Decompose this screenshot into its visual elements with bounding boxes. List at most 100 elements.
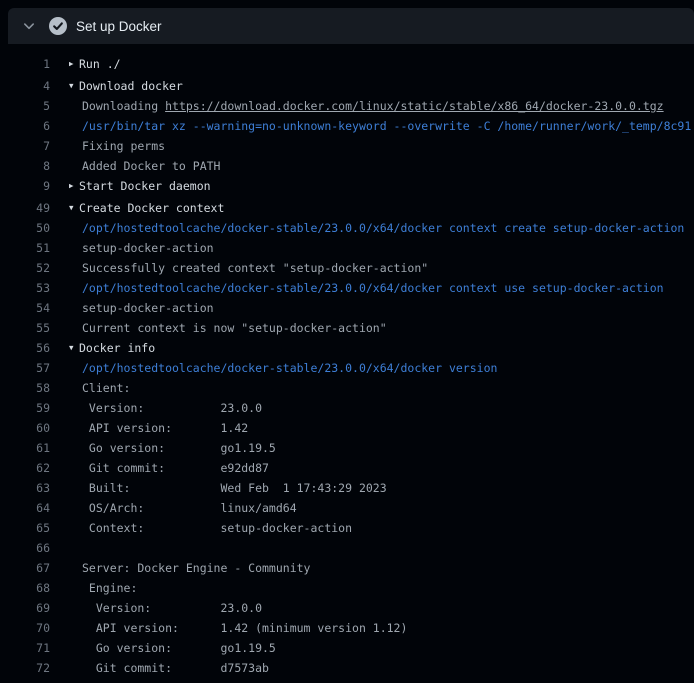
log-text: Version: 23.0.0 xyxy=(82,398,262,418)
log-text: setup-docker-action xyxy=(82,298,214,318)
log-row: 63 Built: Wed Feb 1 17:43:29 2023 xyxy=(0,478,694,498)
log-text: Successfully created context "setup-dock… xyxy=(82,258,428,278)
line-number[interactable]: 61 xyxy=(0,438,50,458)
log-text: Server: Docker Engine - Community xyxy=(82,558,310,578)
line-number[interactable]: 68 xyxy=(0,578,50,598)
log-text: Engine: xyxy=(82,578,137,598)
line-number[interactable]: 5 xyxy=(0,96,50,116)
log-group-row[interactable]: 49 ▼Create Docker context xyxy=(0,198,694,218)
log-row: 72 Git commit: d7573ab xyxy=(0,658,694,678)
log-text: API version: 1.42 (minimum version 1.12) xyxy=(82,618,407,638)
log-group-row[interactable]: 4 ▼Download docker xyxy=(0,76,694,96)
line-number[interactable]: 71 xyxy=(0,638,50,658)
log-group-row[interactable]: 9 ▶Start Docker daemon xyxy=(0,176,694,196)
line-number[interactable]: 53 xyxy=(0,278,50,298)
line-number[interactable]: 59 xyxy=(0,398,50,418)
expander-collapsed-triangle-icon[interactable]: ▶ xyxy=(69,54,79,74)
log-row: 55 Current context is now "setup-docker-a… xyxy=(0,318,694,338)
log-row: 50/opt/hostedtoolcache/docker-stable/23.… xyxy=(0,218,694,238)
line-number[interactable]: 55 xyxy=(0,318,50,338)
expander-expanded-triangle-icon[interactable]: ▼ xyxy=(69,198,79,218)
log-row: 61 Go version: go1.19.5 xyxy=(0,438,694,458)
line-number[interactable]: 62 xyxy=(0,458,50,478)
step-title: Set up Docker xyxy=(76,19,162,34)
line-number[interactable]: 64 xyxy=(0,498,50,518)
line-number[interactable]: 58 xyxy=(0,378,50,398)
chevron-down-icon[interactable] xyxy=(22,19,36,33)
line-number[interactable]: 56 xyxy=(0,338,50,358)
log-row: 59 Version: 23.0.0 xyxy=(0,398,694,418)
log-text: /usr/bin/tar xz --warning=no-unknown-key… xyxy=(82,116,691,136)
group-title: Start Docker daemon xyxy=(79,176,211,196)
log-row: 5 Downloading https://download.docker.com… xyxy=(0,96,694,116)
line-number[interactable]: 50 xyxy=(0,218,50,238)
log-row: 69 Version: 23.0.0 xyxy=(0,598,694,618)
check-circle-icon xyxy=(49,17,67,35)
line-number[interactable]: 67 xyxy=(0,558,50,578)
log-row: 57/opt/hostedtoolcache/docker-stable/23.… xyxy=(0,358,694,378)
line-number[interactable]: 49 xyxy=(0,198,50,218)
line-number[interactable]: 70 xyxy=(0,618,50,638)
log-text: API version: 1.42 xyxy=(82,418,248,438)
step-header[interactable]: Set up Docker xyxy=(8,8,694,44)
expander-expanded-triangle-icon[interactable]: ▼ xyxy=(69,76,79,96)
log-text: Context: setup-docker-action xyxy=(82,518,352,538)
log-row: 70 API version: 1.42 (minimum version 1.… xyxy=(0,618,694,638)
line-number[interactable]: 60 xyxy=(0,418,50,438)
log-text: /opt/hostedtoolcache/docker-stable/23.0.… xyxy=(82,278,664,298)
line-number[interactable]: 54 xyxy=(0,298,50,318)
log-row: 60 API version: 1.42 xyxy=(0,418,694,438)
line-number[interactable]: 72 xyxy=(0,658,50,678)
log-text: Added Docker to PATH xyxy=(82,156,220,176)
line-number[interactable]: 1 xyxy=(0,54,50,74)
log-text: Client: xyxy=(82,378,130,398)
group-title: Docker info xyxy=(79,338,155,358)
log-link-url[interactable]: https://download.docker.com/linux/static… xyxy=(165,99,664,113)
expander-collapsed-triangle-icon[interactable]: ▶ xyxy=(69,176,79,196)
log-group-row[interactable]: 1 ▶Run ./ xyxy=(0,54,694,74)
log-row: 58 Client: xyxy=(0,378,694,398)
log-row: 53/opt/hostedtoolcache/docker-stable/23.… xyxy=(0,278,694,298)
line-number[interactable]: 6 xyxy=(0,116,50,136)
log-text: Current context is now "setup-docker-act… xyxy=(82,318,387,338)
line-number[interactable]: 65 xyxy=(0,518,50,538)
log-row: 65 Context: setup-docker-action xyxy=(0,518,694,538)
line-number[interactable]: 9 xyxy=(0,176,50,196)
log-body: 1▶Run ./4▼Download docker5Downloading ht… xyxy=(0,44,694,678)
group-title: Download docker xyxy=(79,76,183,96)
log-group-row[interactable]: 56 ▼Docker info xyxy=(0,338,694,358)
expander-expanded-triangle-icon[interactable]: ▼ xyxy=(69,338,79,358)
line-number[interactable]: 8 xyxy=(0,156,50,176)
line-number[interactable]: 57 xyxy=(0,358,50,378)
log-row: 64 OS/Arch: linux/amd64 xyxy=(0,498,694,518)
log-text: /opt/hostedtoolcache/docker-stable/23.0.… xyxy=(82,218,684,238)
line-number[interactable]: 52 xyxy=(0,258,50,278)
log-row: 51 setup-docker-action xyxy=(0,238,694,258)
log-row: 68 Engine: xyxy=(0,578,694,598)
line-number[interactable]: 69 xyxy=(0,598,50,618)
log-text: OS/Arch: linux/amd64 xyxy=(82,498,297,518)
line-number[interactable]: 66 xyxy=(0,538,50,558)
log-text: Git commit: d7573ab xyxy=(82,658,269,678)
log-row: 54 setup-docker-action xyxy=(0,298,694,318)
log-text: Go version: go1.19.5 xyxy=(82,438,276,458)
group-title: Run ./ xyxy=(79,54,121,74)
line-number[interactable]: 51 xyxy=(0,238,50,258)
log-text: Go version: go1.19.5 xyxy=(82,638,276,658)
line-number[interactable]: 4 xyxy=(0,76,50,96)
log-row: 6/usr/bin/tar xz --warning=no-unknown-ke… xyxy=(0,116,694,136)
line-number[interactable]: 63 xyxy=(0,478,50,498)
line-number[interactable]: 7 xyxy=(0,136,50,156)
log-row: 52 Successfully created context "setup-do… xyxy=(0,258,694,278)
log-row: 67 Server: Docker Engine - Community xyxy=(0,558,694,578)
log-text: Version: 23.0.0 xyxy=(82,598,262,618)
log-text: /opt/hostedtoolcache/docker-stable/23.0.… xyxy=(82,358,497,378)
log-text: Downloading https://download.docker.com/… xyxy=(82,96,664,116)
log-text: setup-docker-action xyxy=(82,238,214,258)
log-text: Built: Wed Feb 1 17:43:29 2023 xyxy=(82,478,387,498)
group-title: Create Docker context xyxy=(79,198,224,218)
log-row: 66 xyxy=(0,538,694,558)
log-row: 7Fixing perms xyxy=(0,136,694,156)
log-text: Git commit: e92dd87 xyxy=(82,458,269,478)
log-row: 71 Go version: go1.19.5 xyxy=(0,638,694,658)
